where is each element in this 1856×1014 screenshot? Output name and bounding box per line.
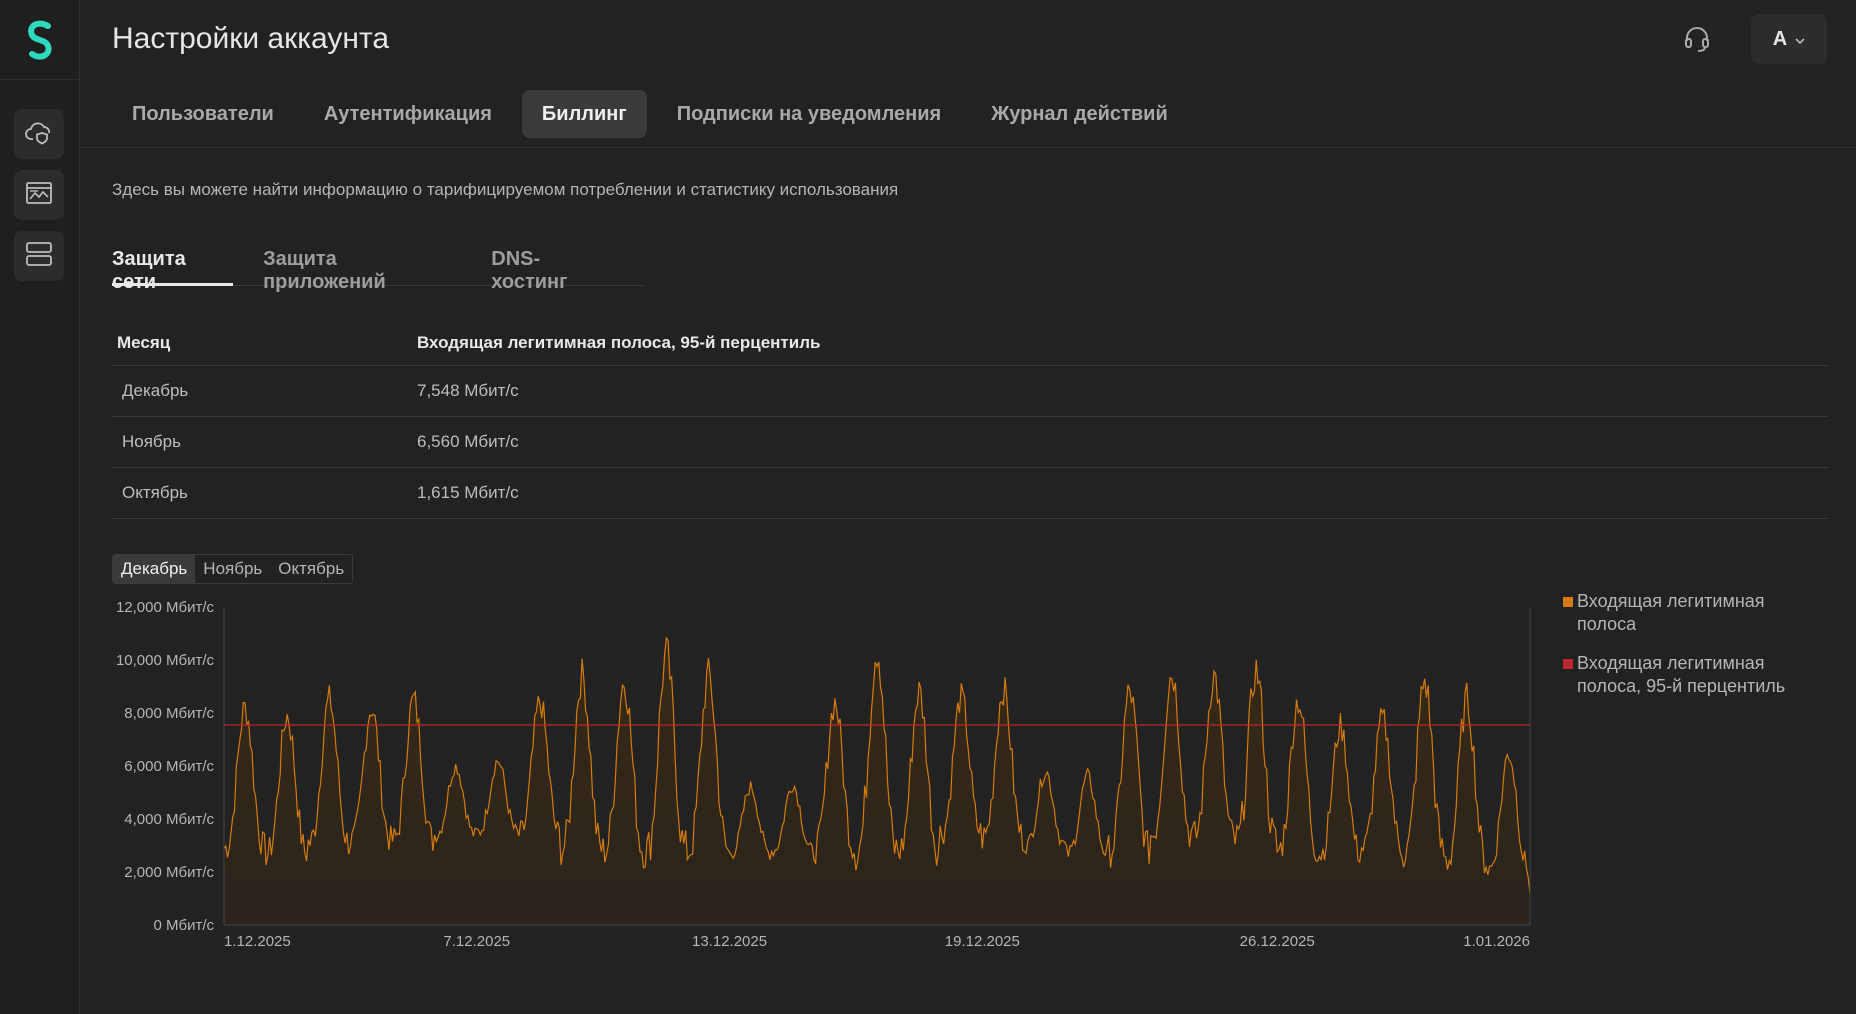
y-tick-label: 0 Мбит/с	[153, 917, 214, 934]
month-selector: Декабрь Ноябрь Октябрь	[112, 554, 354, 584]
y-axis: 0 Мбит/с 2,000 Мбит/с 4,000 Мбит/с 6,000 Мб…	[116, 599, 215, 934]
server-icon	[25, 241, 53, 272]
column-header-month: Месяц	[117, 332, 171, 352]
sidebar-item-dns-hosting[interactable]	[14, 231, 64, 281]
tab-activity-log[interactable]: Журнал действий	[971, 90, 1188, 138]
column-header-bandwidth: Входящая легитимная полоса, 95-й перцент…	[417, 332, 821, 352]
page-title: Настройки аккаунта	[112, 22, 390, 55]
y-tick-label: 2,000 Мбит/с	[124, 864, 214, 881]
cloud-shield-icon	[25, 119, 53, 150]
subtab-network-protection[interactable]: Защита сети	[112, 240, 234, 293]
x-axis: 1.12.2025 7.12.2025 13.12.2025 19.12.2025 26…	[224, 933, 1530, 950]
subtab-app-protection[interactable]: Защита приложений	[263, 240, 461, 293]
month-option-october[interactable]: Октябрь	[270, 555, 352, 583]
legend-item-bandwidth[interactable]: Входящая легитимная полоса	[1563, 590, 1823, 636]
sidebar-item-network-protection[interactable]	[14, 109, 64, 159]
table-cell-month: Ноябрь	[122, 432, 181, 451]
subtab-dns-hosting[interactable]: DNS-хостинг	[491, 240, 614, 293]
tab-billing[interactable]: Биллинг	[521, 90, 647, 138]
table-header: Месяц Входящая легитимная полоса, 95-й п…	[112, 320, 1828, 366]
sidebar-item-app-protection[interactable]	[14, 170, 64, 220]
legend-swatch	[1563, 659, 1573, 669]
x-tick-label: 26.12.2025	[1240, 933, 1315, 950]
tabs-divider	[80, 147, 1856, 148]
chart-legend: Входящая легитимная полоса Входящая леги…	[1563, 590, 1823, 714]
month-option-november[interactable]: Ноябрь	[195, 555, 270, 583]
billing-sub-tabs: Защита сети Защита приложений DNS-хостин…	[112, 240, 644, 293]
legend-label: Входящая легитимная полоса, 95-й перцент…	[1577, 653, 1786, 696]
table-row: Декабрь 7,548 Мбит/с	[112, 366, 1828, 417]
chevron-down-icon	[1795, 28, 1805, 51]
legend-swatch	[1563, 597, 1573, 607]
y-tick-label: 12,000 Мбит/с	[116, 599, 215, 616]
table-cell-bandwidth: 6,560 Мбит/с	[417, 432, 519, 451]
table-row: Ноябрь 6,560 Мбит/с	[112, 417, 1828, 468]
sidebar-divider	[0, 79, 80, 80]
sidebar	[0, 0, 80, 1014]
table-row: Октябрь 1,615 Мбит/с	[112, 468, 1828, 519]
y-tick-label: 4,000 Мбит/с	[124, 811, 214, 828]
account-menu-button[interactable]: А	[1751, 14, 1827, 64]
avatar: А	[1772, 27, 1788, 50]
settings-tabs: Пользователи Аутентификация Биллинг Подп…	[112, 90, 1198, 138]
billing-description: Здесь вы можете найти информацию о тариф…	[112, 180, 899, 199]
bandwidth-area	[224, 638, 1530, 925]
y-tick-label: 6,000 Мбит/с	[124, 758, 214, 775]
legend-item-95th-percentile[interactable]: Входящая легитимная полоса, 95-й перцент…	[1563, 652, 1823, 698]
x-tick-label: 1.01.2026	[1463, 933, 1530, 950]
table-cell-month: Октябрь	[122, 483, 188, 502]
tab-users[interactable]: Пользователи	[112, 90, 294, 138]
logo-icon[interactable]	[20, 18, 60, 62]
x-tick-label: 7.12.2025	[443, 933, 510, 950]
headset-icon[interactable]	[1680, 22, 1714, 56]
billing-table: Месяц Входящая легитимная полоса, 95-й п…	[112, 320, 1828, 519]
browser-chart-icon	[25, 181, 53, 210]
x-tick-label: 19.12.2025	[945, 933, 1020, 950]
tab-authentication[interactable]: Аутентификация	[304, 90, 512, 138]
y-tick-label: 10,000 Мбит/с	[116, 652, 215, 669]
tab-notification-subscriptions[interactable]: Подписки на уведомления	[657, 90, 961, 138]
x-tick-label: 1.12.2025	[224, 933, 291, 950]
y-tick-label: 8,000 Мбит/с	[124, 705, 214, 722]
bandwidth-chart: 0 Мбит/с 2,000 Мбит/с 4,000 Мбит/с 6,000 Мб…	[116, 599, 1531, 950]
legend-label: Входящая легитимная полоса	[1577, 591, 1765, 634]
month-option-december[interactable]: Декабрь	[113, 555, 196, 583]
x-tick-label: 13.12.2025	[692, 933, 767, 950]
table-cell-bandwidth: 7,548 Мбит/с	[417, 381, 519, 400]
table-cell-month: Декабрь	[122, 381, 189, 400]
table-cell-bandwidth: 1,615 Мбит/с	[417, 483, 519, 502]
